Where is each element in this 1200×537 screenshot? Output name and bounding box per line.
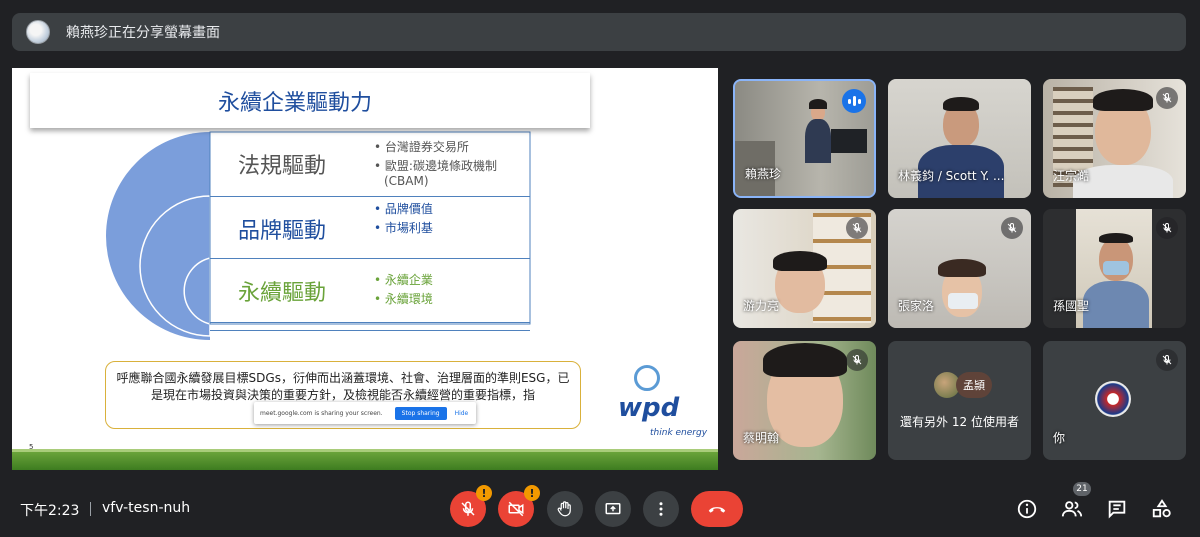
- bullet-continuation: (CBAM): [384, 174, 429, 188]
- wpd-logo: wpd: [618, 393, 680, 423]
- participant-tile[interactable]: 蔡明翰: [733, 341, 876, 460]
- people-button[interactable]: [1058, 495, 1086, 523]
- divider: [210, 258, 530, 259]
- bullet-item: 台灣證券交易所: [374, 138, 469, 156]
- info-icon: [1017, 499, 1037, 519]
- hide-notice-button[interactable]: Hide: [455, 410, 469, 417]
- warning-badge: !: [524, 485, 540, 501]
- mic-off-icon: [1156, 217, 1178, 239]
- participant-name: 孫國聖: [1053, 299, 1090, 313]
- driver-title: 永續驅動: [238, 281, 327, 306]
- meeting-clock: 下午2:23: [20, 503, 80, 519]
- participant-name: 林義鈞 / Scott Y. ...: [898, 169, 1005, 183]
- mic-off-icon: [1156, 87, 1178, 109]
- raise-hand-button[interactable]: [547, 491, 583, 527]
- participant-video: [773, 251, 827, 271]
- mic-off-icon: [461, 501, 475, 516]
- bullet-item: 永續企業: [374, 271, 433, 289]
- slide-title-box: 永續企業驅動力: [30, 73, 590, 128]
- screen-share-notice: meet.google.com is sharing your screen. …: [254, 402, 476, 424]
- self-avatar: [1095, 381, 1131, 417]
- participant-count-badge: 21: [1073, 482, 1091, 496]
- present-icon: [605, 503, 621, 515]
- chat-button[interactable]: [1103, 495, 1131, 523]
- speaking-indicator-icon: [842, 89, 866, 113]
- people-icon: [1061, 501, 1083, 517]
- face-mask: [1103, 261, 1129, 275]
- participant-video: [943, 97, 979, 111]
- share-notice-text: meet.google.com is sharing your screen.: [260, 409, 383, 417]
- others-count-text: 還有另外 12 位使用者: [900, 415, 1019, 429]
- slide-title: 永續企業驅動力: [217, 90, 372, 116]
- participant-video: [763, 343, 847, 377]
- wpd-tagline: think energy: [650, 428, 708, 438]
- participant-tile[interactable]: 賴燕珍: [733, 79, 876, 198]
- bullet-item: 歐盟:碳邊境條政機制: [374, 157, 497, 175]
- hang-up-icon: [708, 507, 726, 513]
- participant-tile[interactable]: 林義鈞 / Scott Y. ...: [888, 79, 1031, 198]
- presenter-avatar: [26, 20, 50, 44]
- mic-off-icon: [846, 217, 868, 239]
- mic-off-icon: [846, 349, 868, 371]
- participant-tile[interactable]: 張家洛: [888, 209, 1031, 328]
- activities-button[interactable]: [1148, 495, 1176, 523]
- participant-tile[interactable]: 汪宗澔: [1043, 79, 1186, 198]
- more-options-button[interactable]: [643, 491, 679, 527]
- mic-off-icon: [1001, 217, 1023, 239]
- driver-title: 法規驅動: [238, 154, 327, 179]
- bullet-item: 永續環境: [374, 290, 433, 308]
- microphone-toggle-button[interactable]: !: [450, 485, 492, 527]
- participant-video: [938, 259, 986, 277]
- divider: [210, 322, 530, 323]
- participant-video: [809, 99, 827, 109]
- meeting-code[interactable]: vfv-tesn-nuh: [102, 500, 190, 516]
- monitor: [831, 129, 867, 153]
- activities-icon: [1152, 499, 1171, 518]
- leave-call-button[interactable]: [691, 491, 743, 527]
- face-mask: [948, 293, 978, 309]
- driver-title: 品牌驅動: [238, 219, 327, 244]
- warning-badge: !: [476, 485, 492, 501]
- others-tile[interactable]: 孟頴 還有另外 12 位使用者: [888, 341, 1031, 460]
- participant-name: 汪宗澔: [1053, 169, 1090, 183]
- participant-name: 賴燕珍: [745, 167, 782, 181]
- participant-tile[interactable]: 孫國聖: [1043, 209, 1186, 328]
- camera-toggle-button[interactable]: !: [498, 485, 540, 527]
- presenter-bar[interactable]: 賴燕珍正在分享螢幕畫面: [12, 13, 1186, 51]
- bullet-item: 品牌價值: [374, 200, 433, 218]
- divider: [90, 502, 91, 516]
- meeting-details-button[interactable]: [1013, 495, 1041, 523]
- participant-tile[interactable]: 游力亮: [733, 209, 876, 328]
- self-tile[interactable]: 你: [1043, 341, 1186, 460]
- participant-name: 張家洛: [898, 299, 935, 313]
- participant-name: 蔡明翰: [743, 431, 780, 445]
- shared-screen: 永續企業驅動力 法規驅動 台灣證券交易所 歐盟:碳邊境條政機制 (CBAM) 品…: [12, 68, 718, 470]
- participant-video: [1093, 89, 1153, 111]
- mic-off-icon: [1156, 349, 1178, 371]
- participant-name: 游力亮: [743, 299, 780, 313]
- camera-off-icon: [508, 501, 524, 517]
- participant-video: [1099, 233, 1133, 243]
- participant-video: [805, 119, 831, 163]
- participant-video: [1083, 281, 1149, 328]
- present-screen-button[interactable]: [595, 491, 631, 527]
- wpd-logo-mark: [634, 365, 660, 391]
- presenter-text: 賴燕珍正在分享螢幕畫面: [66, 25, 220, 41]
- participant-name: 你: [1053, 431, 1066, 445]
- slide-footer-grass: [12, 452, 718, 470]
- divider: [210, 330, 530, 331]
- bullet-item: 市場利基: [374, 219, 433, 237]
- divider: [210, 196, 530, 197]
- stop-sharing-button[interactable]: Stop sharing: [394, 406, 447, 420]
- meet-window: 賴燕珍正在分享螢幕畫面 永續企業驅動力 法規驅動 台灣證券交易所 歐盟:碳邊境條…: [0, 0, 1200, 537]
- hand-icon: [557, 501, 571, 517]
- more-vert-icon: [659, 502, 663, 516]
- chat-icon: [1108, 500, 1126, 519]
- others-avatar-name: 孟頴: [956, 372, 992, 398]
